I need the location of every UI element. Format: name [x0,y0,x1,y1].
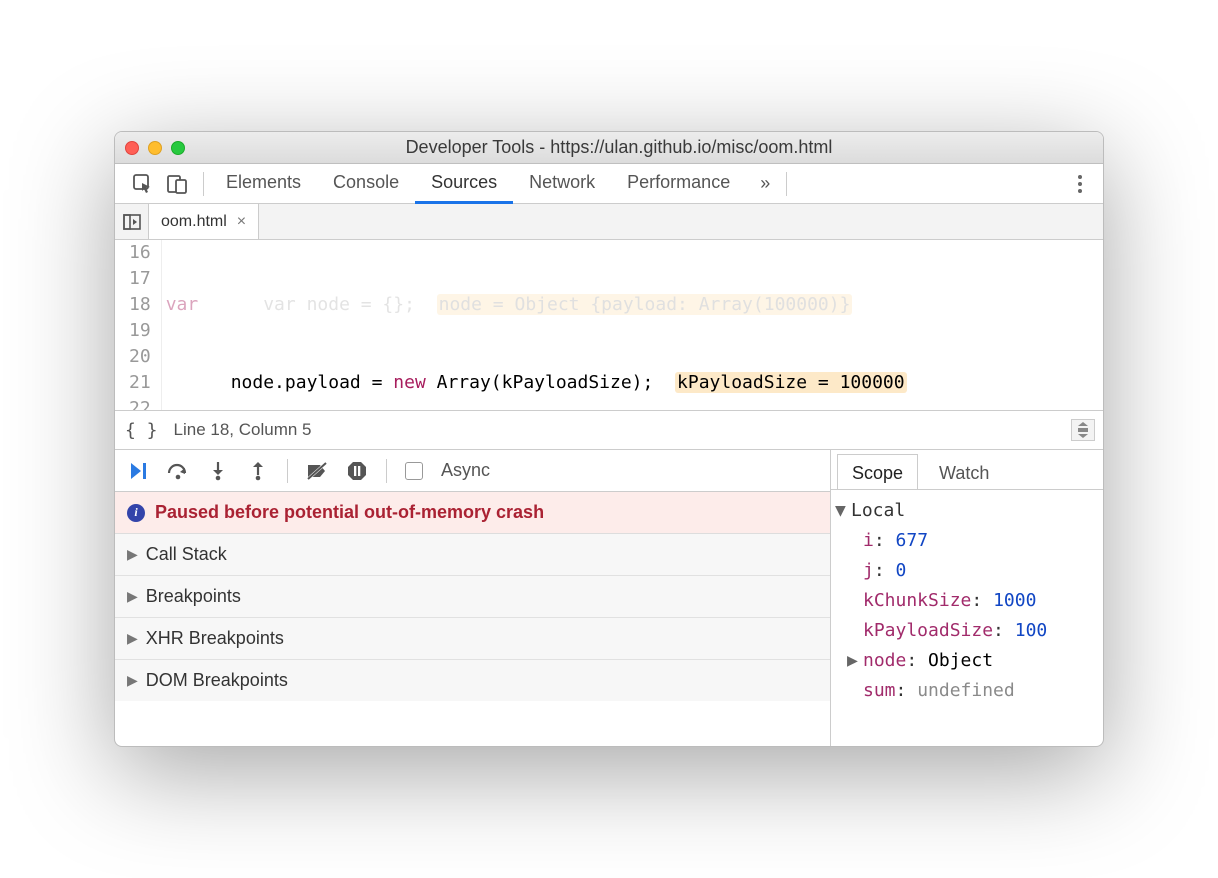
main-tab-bar: Elements Console Sources Network Perform… [115,164,1103,204]
async-label: Async [441,460,490,481]
var-name: kChunkSize [863,590,971,611]
section-label: XHR Breakpoints [146,628,284,649]
line-number: 16 [129,240,151,266]
code-text: Array(kPayloadSize); [426,372,675,393]
close-window-icon[interactable] [125,141,139,155]
var-name: node [863,650,906,671]
inline-value: node = Object {payload: Array(100000)} [437,294,853,315]
divider [386,459,387,483]
var-value: undefined [917,680,1015,701]
tab-elements[interactable]: Elements [210,164,317,204]
deactivate-breakpoints-icon[interactable] [306,460,328,482]
scroll-indicator-icon[interactable] [1071,419,1095,441]
kebab-menu-icon[interactable] [1065,174,1095,194]
section-dom-breakpoints[interactable]: ▶ DOM Breakpoints [115,660,830,701]
code-text: var node = {}; [198,294,436,315]
divider [786,172,787,196]
line-number: 22 [129,396,151,410]
info-icon: i [127,504,145,522]
step-over-icon[interactable] [167,460,189,482]
scope-var[interactable]: kChunkSize: 1000 [835,586,1099,616]
var-name: j [863,560,874,581]
file-tab-oom[interactable]: oom.html × [149,204,259,239]
tab-console[interactable]: Console [317,164,415,204]
window-title: Developer Tools - https://ulan.github.io… [145,137,1093,158]
section-label: Breakpoints [146,586,241,607]
section-breakpoints[interactable]: ▶ Breakpoints [115,576,830,618]
debugger-left: Async i Paused before potential out-of-m… [115,450,831,746]
line-number: 18 [129,292,151,318]
line-number: 21 [129,370,151,396]
debugger-panel: Async i Paused before potential out-of-m… [115,450,1103,746]
scope-local[interactable]: ▼Local [835,496,1099,526]
scope-var[interactable]: j: 0 [835,556,1099,586]
devtools-window: Developer Tools - https://ulan.github.io… [114,131,1104,747]
scope-var[interactable]: i: 677 [835,526,1099,556]
keyword: new [393,372,426,393]
scope-tabs: Scope Watch [831,450,1103,490]
line-gutter: 16 17 18 19 20 21 22 [115,240,162,410]
file-tabs: oom.html × [115,204,1103,240]
tab-sources[interactable]: Sources [415,164,513,204]
divider [287,459,288,483]
paused-banner: i Paused before potential out-of-memory … [115,492,830,534]
code-line: var var node = {}; node = Object {payloa… [162,292,1103,318]
var-name: sum [863,680,896,701]
paused-text: Paused before potential out-of-memory cr… [155,502,544,523]
tabs-overflow-icon[interactable]: » [750,173,780,194]
var-value: Object [928,650,993,671]
code-line: node.payload = new Array(kPayloadSize); … [162,370,1103,396]
inline-value: kPayloadSize = 100000 [675,372,907,393]
line-number: 19 [129,318,151,344]
pretty-print-icon[interactable]: { } [125,420,158,441]
tab-network[interactable]: Network [513,164,611,204]
resume-icon[interactable] [127,460,149,482]
scope-body: ▼Local i: 677 j: 0 kChunkSize: 1000 kPay… [831,490,1103,712]
pause-on-exceptions-icon[interactable] [346,460,368,482]
code-editor[interactable]: 16 17 18 19 20 21 22 var var node = {}; … [115,240,1103,410]
line-number: 17 [129,266,151,292]
status-bar: { } Line 18, Column 5 [115,410,1103,450]
debugger-toolbar: Async [115,450,830,492]
var-name: i [863,530,874,551]
step-out-icon[interactable] [247,460,269,482]
async-checkbox[interactable] [405,462,423,480]
section-call-stack[interactable]: ▶ Call Stack [115,534,830,576]
device-toolbar-icon[interactable] [167,174,187,194]
var-name: kPayloadSize [863,620,993,641]
line-number: 20 [129,344,151,370]
var-value: 0 [896,560,907,581]
file-tab-label: oom.html [161,213,227,231]
scope-label: Local [851,500,905,521]
step-into-icon[interactable] [207,460,229,482]
var-value: 677 [896,530,929,551]
section-xhr-breakpoints[interactable]: ▶ XHR Breakpoints [115,618,830,660]
inspect-element-icon[interactable] [133,174,153,194]
tab-scope[interactable]: Scope [837,454,918,489]
section-label: Call Stack [146,544,227,565]
titlebar: Developer Tools - https://ulan.github.io… [115,132,1103,164]
scope-var[interactable]: kPayloadSize: 100 [835,616,1099,646]
code-text: node.payload = [166,372,394,393]
show-navigator-icon[interactable] [115,204,149,239]
expand-icon: ▶ [127,588,138,605]
scope-panel: Scope Watch ▼Local i: 677 j: 0 kChunkSiz… [831,450,1103,746]
expand-icon: ▶ [127,672,138,689]
section-label: DOM Breakpoints [146,670,288,691]
expand-icon: ▶ [127,630,138,647]
var-value: 1000 [993,590,1036,611]
expand-icon: ▶ [127,546,138,563]
scope-var[interactable]: sum: undefined [835,676,1099,706]
cursor-position: Line 18, Column 5 [174,420,312,440]
var-value: 100 [1015,620,1048,641]
tab-performance[interactable]: Performance [611,164,746,204]
tab-watch[interactable]: Watch [924,454,1004,489]
close-file-tab-icon[interactable]: × [237,213,246,231]
scope-var[interactable]: ▶node: Object [835,646,1099,676]
divider [203,172,204,196]
code-body: var var node = {}; node = Object {payloa… [162,240,1103,410]
